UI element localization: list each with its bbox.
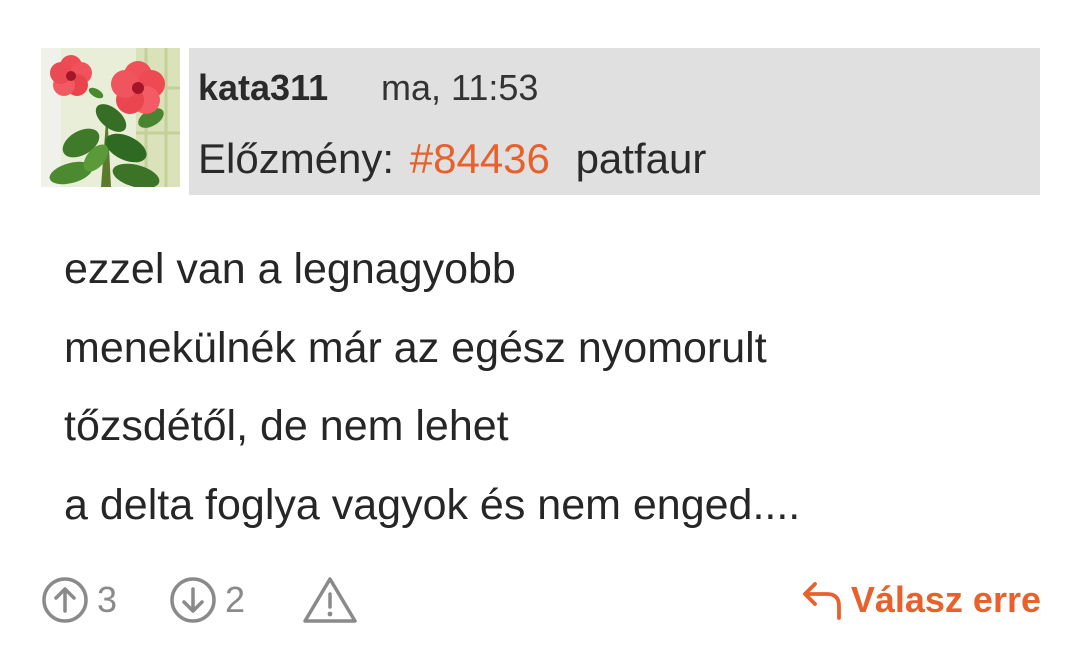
post-body-line: menekülnék már az egész nyomorult — [64, 323, 767, 372]
username[interactable]: kata311 — [198, 67, 328, 109]
reply-button[interactable]: Válasz erre — [801, 575, 1041, 625]
post-actions: 3 2 Válasz erre — [41, 575, 1041, 625]
arrow-down-circle-icon — [170, 577, 216, 623]
downvote-button[interactable]: 2 — [169, 575, 245, 625]
upvote-button[interactable]: 3 — [41, 575, 117, 625]
post-body-line: ezzel van a legnagyobb — [64, 245, 516, 293]
post-header: kata311 ma, 11:53 Előzmény: #84436 patfa… — [189, 48, 1040, 195]
history-label: Előzmény: — [198, 135, 395, 182]
arrow-up-circle-icon — [42, 577, 88, 623]
reply-label: Válasz erre — [850, 579, 1041, 620]
downvote-count: 2 — [225, 579, 246, 620]
upvote-count: 3 — [97, 579, 118, 620]
forum-post: kata311 ma, 11:53 Előzmény: #84436 patfa… — [0, 0, 1080, 660]
history-ref-link[interactable]: #84436 — [410, 135, 550, 182]
reply-arrow-icon — [802, 582, 841, 620]
report-button[interactable] — [301, 575, 359, 630]
post-body-line: a delta foglya vagyok és nem enged.... — [64, 480, 801, 529]
history-user[interactable]: patfaur — [576, 135, 707, 182]
warning-triangle-icon — [303, 577, 357, 623]
post-body: ezzel van a legnagyobb menekülnék már az… — [64, 230, 800, 544]
hibiscus-avatar-image — [41, 48, 180, 187]
history-line: Előzmény: #84436 patfaur — [198, 135, 706, 183]
avatar[interactable] — [41, 48, 180, 187]
timestamp: ma, 11:53 — [381, 67, 539, 108]
post-body-line: tőzsdétől, de nem lehet — [64, 402, 509, 450]
